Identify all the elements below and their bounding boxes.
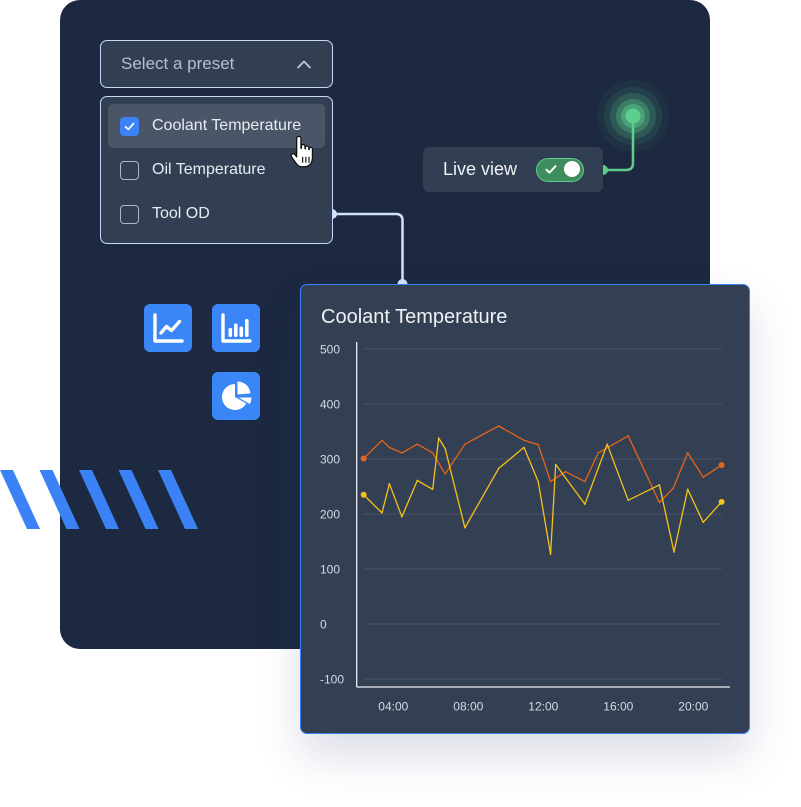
y-tick-label: 300 xyxy=(320,453,340,467)
line-chart-icon xyxy=(153,313,184,343)
option-label: Coolant Temperature xyxy=(152,117,302,134)
series-1-point xyxy=(388,446,391,449)
series-1-point xyxy=(497,425,500,427)
y-tick-label: 100 xyxy=(320,563,340,577)
series-1-point xyxy=(360,455,367,462)
series-2-point xyxy=(497,467,500,470)
line-chart: 500 400 300 200 100 0 -100 04:00 08:00 12:00 16:00… xyxy=(320,342,730,714)
series-2-point xyxy=(702,521,705,524)
series-1-point xyxy=(444,473,447,475)
chevron-up-icon xyxy=(297,60,311,69)
series-2-point xyxy=(718,498,725,505)
y-tick-label: 200 xyxy=(320,508,340,522)
series-1-point xyxy=(584,480,586,483)
bar-chart-button[interactable] xyxy=(212,304,260,352)
live-view-control: Live view xyxy=(423,147,603,192)
series-2-point xyxy=(584,503,586,505)
x-tick-label: 08:00 xyxy=(453,700,483,714)
series-2-point xyxy=(444,447,447,450)
series-1-point xyxy=(658,501,661,504)
series-1-point xyxy=(464,443,466,445)
check-icon xyxy=(545,164,557,174)
live-view-label: Live view xyxy=(443,159,518,179)
series-1-point xyxy=(523,439,525,442)
series-2-point xyxy=(388,482,391,485)
y-tick-label: -100 xyxy=(320,673,344,687)
series-1-point xyxy=(416,443,419,445)
series-1-line xyxy=(363,425,722,504)
series-2-point xyxy=(523,446,525,449)
series-1-point xyxy=(672,487,675,489)
x-tick-label: 12:00 xyxy=(528,700,558,714)
series-1-point xyxy=(564,470,567,473)
series-2-point xyxy=(549,553,552,555)
hand-pointer-cursor-icon xyxy=(290,136,314,168)
stripe xyxy=(0,470,40,529)
x-tick-label: 20:00 xyxy=(678,700,708,714)
line-chart-button[interactable] xyxy=(144,304,192,352)
preset-option-tool-od[interactable]: Tool OD xyxy=(108,192,325,236)
series-1-point xyxy=(686,452,689,454)
series-2-point xyxy=(437,437,440,439)
series-1-point xyxy=(381,439,383,442)
checkbox[interactable] xyxy=(120,204,139,224)
series-2-point xyxy=(606,443,609,445)
preset-option-list: Coolant Temperature Oil Temperature Tool… xyxy=(100,96,333,244)
toggle-knob xyxy=(564,161,580,177)
series-2-point xyxy=(627,499,630,502)
series-1-point xyxy=(431,452,434,454)
y-tick-label: 400 xyxy=(320,398,340,412)
option-label: Tool OD xyxy=(152,205,210,222)
option-label: Oil Temperature xyxy=(152,161,266,178)
series-2-point xyxy=(537,480,540,483)
y-tick-label: 500 xyxy=(320,343,340,357)
y-tick-label: 0 xyxy=(320,618,327,632)
series-2-point xyxy=(431,488,434,491)
series-1-point xyxy=(702,476,705,478)
live-view-toggle[interactable] xyxy=(536,157,584,182)
series-2-point xyxy=(416,479,419,482)
series-2-point xyxy=(360,491,367,498)
series-2-point xyxy=(464,526,466,529)
check-icon xyxy=(124,122,135,130)
preset-select[interactable]: Select a preset xyxy=(100,40,333,88)
series-1-point xyxy=(627,435,630,437)
series-2-point xyxy=(686,488,689,491)
pie-chart-icon xyxy=(222,381,252,410)
series-2-point xyxy=(401,515,403,518)
series-1-point xyxy=(537,443,540,446)
x-tick-label: 16:00 xyxy=(603,700,633,714)
series-2-point xyxy=(658,484,661,486)
chart-card: Coolant Temperature 500 400 300 200 100 0 -100… xyxy=(300,284,750,734)
series-2-point xyxy=(554,463,557,466)
pie-chart-button[interactable] xyxy=(212,372,260,420)
series-1-point xyxy=(597,452,600,454)
series-1-point xyxy=(549,480,552,483)
checkbox[interactable] xyxy=(120,160,139,180)
series-1-point xyxy=(401,452,403,454)
checkbox[interactable] xyxy=(120,116,139,136)
series-1-point xyxy=(718,462,725,469)
series-2-line xyxy=(363,437,723,555)
preset-select-placeholder: Select a preset xyxy=(121,54,235,73)
bar-chart-icon xyxy=(221,313,252,343)
x-tick-label: 04:00 xyxy=(378,700,408,714)
series-2-point xyxy=(381,512,383,514)
series-2-point xyxy=(673,551,675,553)
